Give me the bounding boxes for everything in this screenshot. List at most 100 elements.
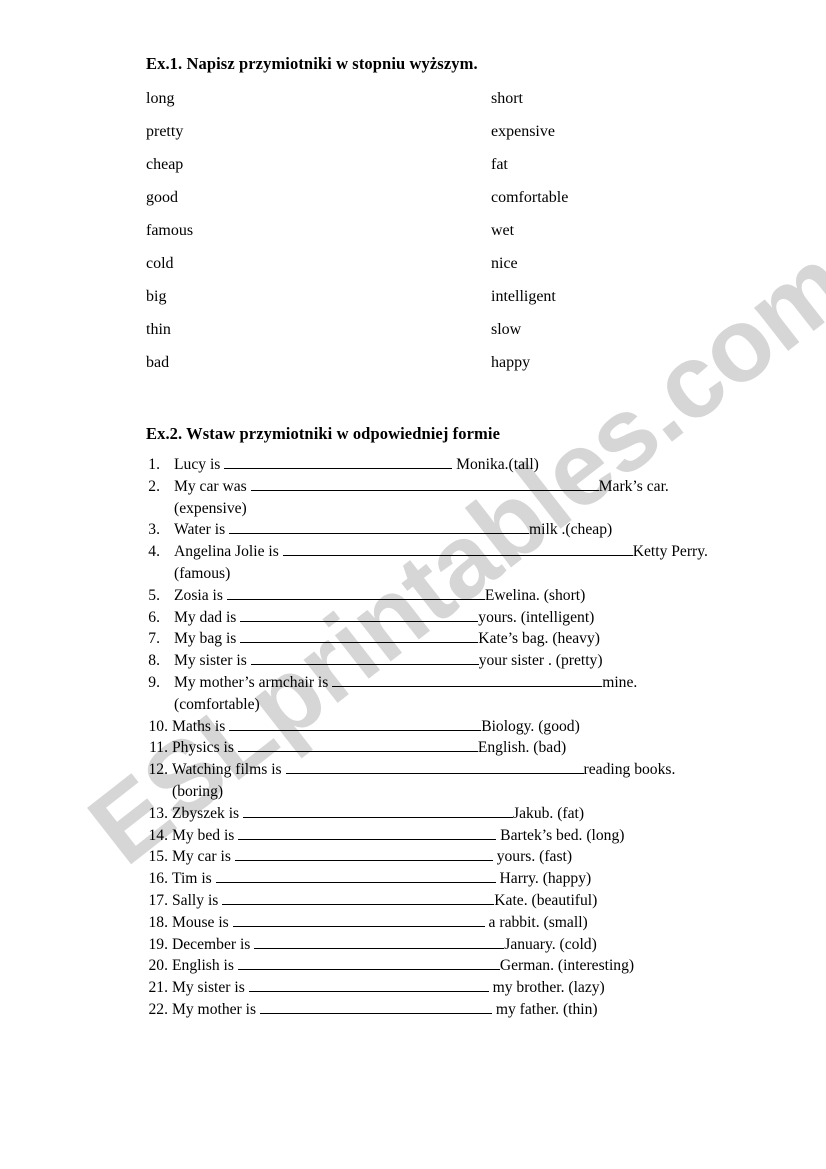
answer-blank[interactable] bbox=[250, 476, 599, 491]
answer-blank[interactable] bbox=[222, 890, 495, 905]
item-text-after-blank: milk .(cheap) bbox=[529, 521, 613, 539]
answer-blank[interactable] bbox=[238, 825, 497, 840]
answer-blank[interactable] bbox=[234, 846, 493, 862]
answer-blank[interactable] bbox=[240, 607, 479, 622]
item-number: 5. bbox=[148, 586, 160, 604]
item-body: My car was Mark’s car. bbox=[174, 476, 786, 498]
answer-blank[interactable] bbox=[250, 650, 479, 666]
exercise-item: 7. My bag is Kate’s bag. (heavy) bbox=[146, 628, 786, 650]
adjective-right: nice bbox=[491, 255, 518, 272]
adjective-right: happy bbox=[491, 354, 531, 371]
adjective-left: cheap bbox=[146, 156, 184, 173]
item-body: December is January. (cold) bbox=[172, 934, 786, 956]
answer-blank[interactable] bbox=[243, 803, 514, 818]
answer-blank[interactable] bbox=[229, 716, 482, 731]
item-text-before-blank: My car was bbox=[174, 477, 251, 495]
adjective-right: wet bbox=[491, 222, 515, 239]
item-text-after-blank: my father. (thin) bbox=[491, 1000, 598, 1018]
item-text-before-blank: My bag is bbox=[174, 630, 241, 648]
item-continuation: (comfortable) bbox=[174, 695, 260, 713]
item-text-before-blank: English is bbox=[172, 957, 238, 975]
item-body: My bed is Bartek’s bed. (long) bbox=[172, 825, 786, 847]
word-pair-row: famous wet bbox=[146, 222, 766, 255]
item-body: My dad is yours. (intelligent) bbox=[174, 607, 786, 629]
item-number: 20. bbox=[148, 957, 169, 975]
item-number: 18. bbox=[148, 913, 169, 931]
item-text-before-blank: My sister is bbox=[174, 652, 251, 670]
exercise-item: 2. My car was Mark’s car. bbox=[146, 476, 786, 498]
item-text-before-blank: Angelina Jolie is bbox=[174, 543, 283, 561]
answer-blank[interactable] bbox=[229, 519, 530, 535]
item-text-before-blank: Tim is bbox=[172, 870, 216, 888]
item-body: Physics is English. (bad) bbox=[172, 737, 786, 759]
item-text-before-blank: My bed is bbox=[172, 826, 239, 844]
item-number: 3. bbox=[148, 521, 160, 539]
item-number: 17. bbox=[148, 891, 169, 909]
exercise-2-heading: Ex.2. Wstaw przymiotniki w odpowiedniej … bbox=[146, 424, 500, 443]
adjective-left: pretty bbox=[146, 123, 184, 140]
adjective-right: short bbox=[491, 90, 523, 107]
item-text-before-blank: Sally is bbox=[172, 891, 223, 909]
item-number: 13. bbox=[148, 804, 169, 822]
exercise-item: 15. My car is yours. (fast) bbox=[146, 846, 786, 868]
answer-blank[interactable] bbox=[240, 628, 479, 644]
exercise-item: 4. Angelina Jolie is Ketty Perry. bbox=[146, 541, 786, 563]
item-body: Zosia is Ewelina. (short) bbox=[174, 585, 786, 607]
answer-blank[interactable] bbox=[237, 737, 478, 753]
answer-blank[interactable] bbox=[248, 977, 489, 993]
item-text-before-blank: My mother’s armchair is bbox=[174, 673, 333, 691]
exercise-item: 18. Mouse is a rabbit. (small) bbox=[146, 912, 786, 934]
item-text-after-blank: yours. (intelligent) bbox=[478, 608, 595, 626]
item-text-after-blank: Monika.(tall) bbox=[452, 456, 539, 473]
exercise-2-item-list: 1. Lucy is Monika.(tall) 2. My car was Mark… bbox=[146, 454, 786, 1021]
item-number: 8. bbox=[148, 652, 160, 670]
exercise-item: 6. My dad is yours. (intelligent) bbox=[146, 607, 786, 629]
item-number: 1. bbox=[148, 456, 160, 473]
word-pair-row: cheap fat bbox=[146, 156, 766, 189]
answer-blank[interactable] bbox=[226, 585, 485, 600]
answer-blank[interactable] bbox=[285, 759, 584, 775]
exercise-item: 10. Maths is Biology. (good) bbox=[146, 716, 786, 738]
answer-blank[interactable] bbox=[259, 999, 492, 1014]
adjective-right: comfortable bbox=[491, 189, 569, 206]
item-text-after-blank: Mark’s car. bbox=[598, 477, 669, 495]
answer-blank[interactable] bbox=[232, 912, 485, 927]
item-text-after-blank: Kate. (beautiful) bbox=[494, 891, 598, 909]
item-text-after-blank: yours. (fast) bbox=[492, 848, 573, 866]
item-text-before-blank: Zbyszek is bbox=[172, 804, 244, 822]
item-number: 2. bbox=[148, 477, 160, 495]
item-number: 9. bbox=[148, 673, 160, 691]
exercise-item: 8. My sister is your sister . (pretty) bbox=[146, 650, 786, 672]
item-text-after-blank: German. (interesting) bbox=[499, 957, 635, 975]
answer-blank[interactable] bbox=[237, 955, 500, 971]
item-body: Lucy is Monika.(tall) bbox=[174, 454, 786, 476]
exercise-item: 1. Lucy is Monika.(tall) bbox=[146, 454, 786, 476]
item-text-before-blank: Maths is bbox=[172, 717, 230, 735]
adjective-left: cold bbox=[146, 255, 174, 272]
word-pair-row: pretty expensive bbox=[146, 123, 766, 156]
item-text-after-blank: Kate’s bag. (heavy) bbox=[478, 630, 600, 648]
answer-blank[interactable] bbox=[332, 672, 603, 687]
item-number: 12. bbox=[148, 761, 169, 779]
item-body: My sister is my brother. (lazy) bbox=[172, 977, 786, 999]
item-body: Tim is Harry. (happy) bbox=[172, 868, 786, 890]
item-body: My car is yours. (fast) bbox=[172, 846, 786, 868]
item-text-after-blank: January. (cold) bbox=[504, 935, 597, 953]
exercise-item: 14. My bed is Bartek’s bed. (long) bbox=[146, 825, 786, 847]
item-number: 19. bbox=[148, 935, 169, 953]
item-text-before-blank: Lucy is bbox=[174, 456, 225, 473]
worksheet-page: ESLprintables.com Ex.1. Napisz przymiotn… bbox=[0, 0, 826, 1169]
item-number: 6. bbox=[148, 608, 160, 626]
adjective-left: thin bbox=[146, 321, 171, 338]
answer-blank[interactable] bbox=[254, 934, 505, 949]
item-text-after-blank: Jakub. (fat) bbox=[513, 804, 585, 822]
item-body: My mother’s armchair is mine. bbox=[174, 672, 786, 694]
item-text-before-blank: My mother is bbox=[172, 1000, 260, 1018]
answer-blank[interactable] bbox=[282, 541, 633, 557]
answer-blank[interactable] bbox=[215, 868, 496, 884]
adjective-right: slow bbox=[491, 321, 522, 338]
word-pair-row: bad happy bbox=[146, 354, 766, 387]
item-text-after-blank: reading books. bbox=[583, 761, 676, 779]
word-pair-row: big intelligent bbox=[146, 288, 766, 321]
answer-blank[interactable] bbox=[224, 454, 453, 469]
